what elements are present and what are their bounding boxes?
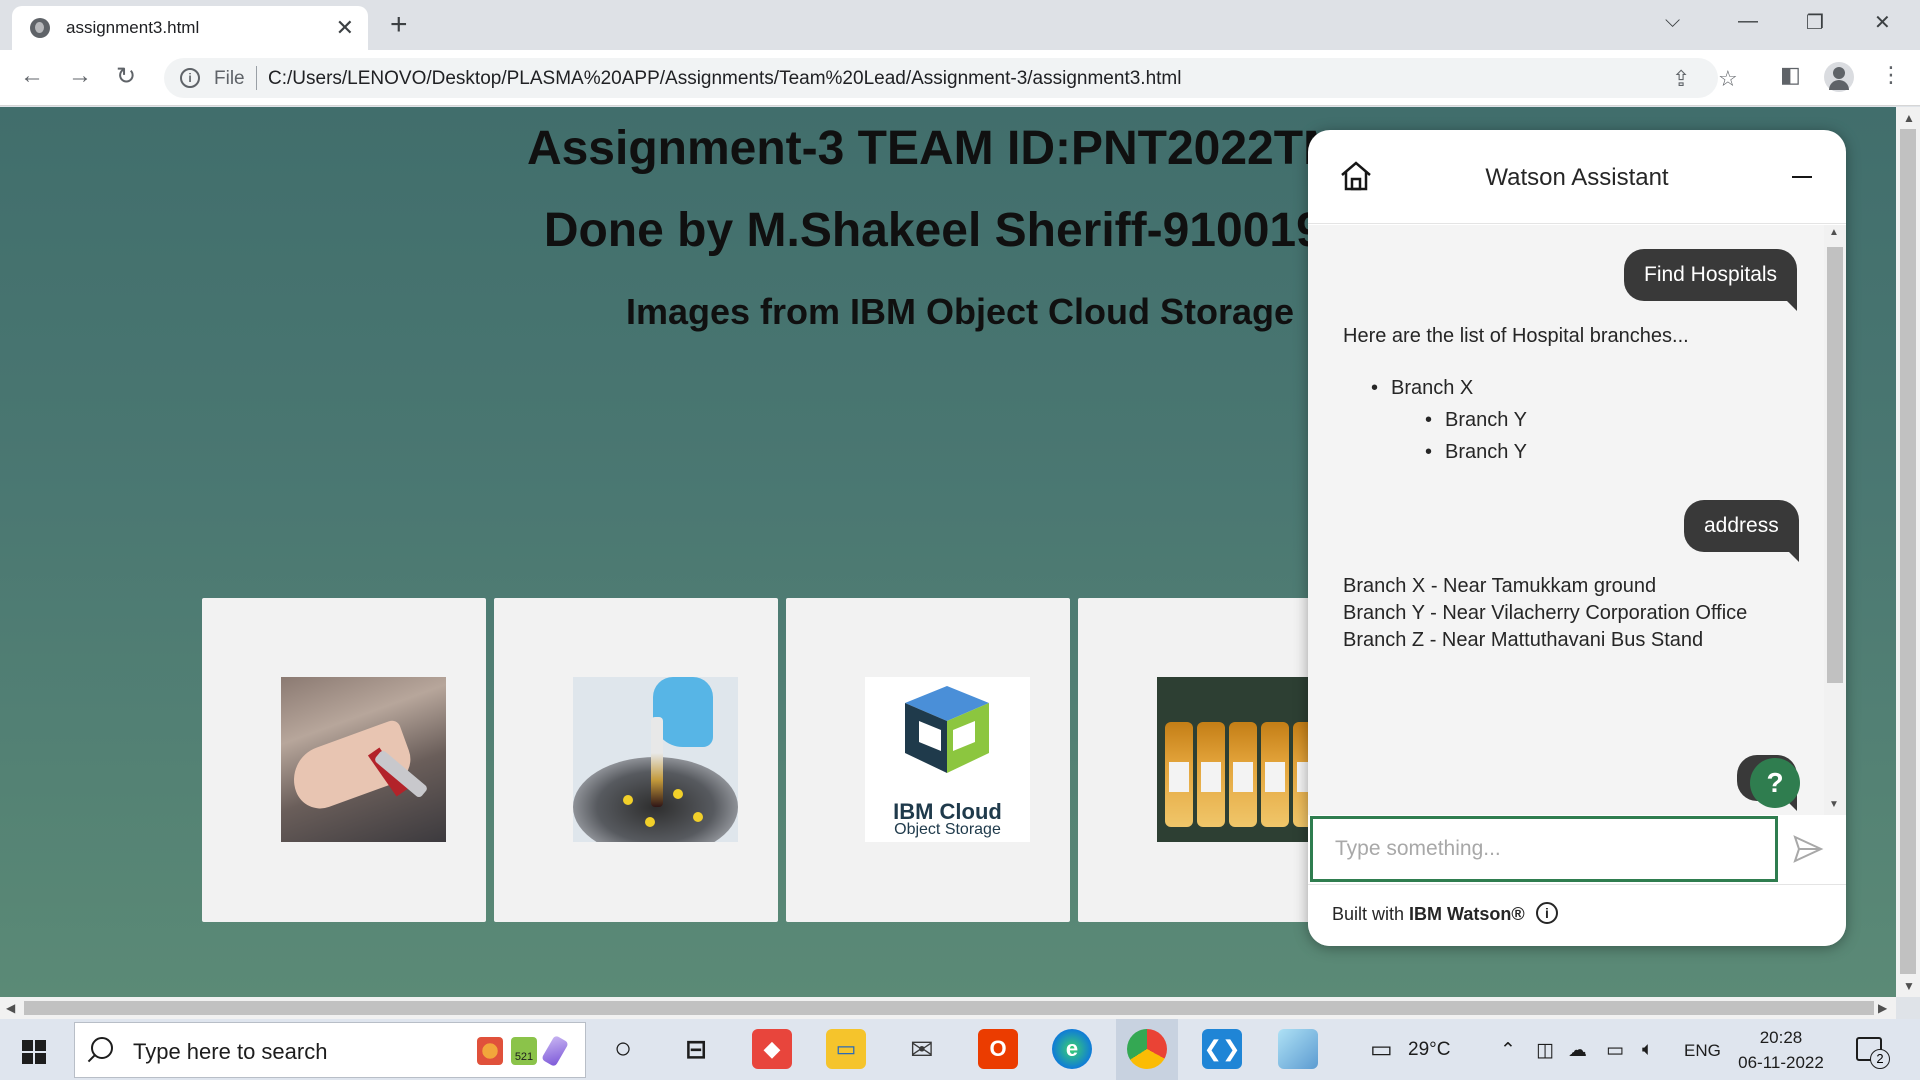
url-separator: [256, 66, 257, 90]
notepad-app-icon[interactable]: [1278, 1029, 1318, 1069]
battery-icon[interactable]: ▭: [1606, 1039, 1624, 1062]
assistant-scroll-down-icon[interactable]: ▼: [1829, 799, 1839, 810]
side-panel-icon[interactable]: ◧: [1780, 62, 1801, 88]
restore-window-button[interactable]: ❐: [1806, 10, 1824, 35]
assistant-scrollbar[interactable]: ▲ ▼: [1824, 225, 1846, 815]
user-message-bubble: address: [1684, 500, 1799, 562]
page-vertical-scrollbar[interactable]: ▲ ▼: [1896, 107, 1920, 997]
bot-address-line: Branch Z - Near Mattuthavani Bus Stand: [1343, 629, 1704, 651]
blood-donation-image: [281, 677, 446, 842]
notification-center-icon[interactable]: 2: [1856, 1037, 1890, 1069]
help-question-icon[interactable]: ?: [1750, 758, 1800, 808]
search-highlight-badge-icon[interactable]: 521: [511, 1037, 537, 1065]
plasma-bags-image: [1157, 677, 1322, 842]
chrome-browser-icon[interactable]: [1127, 1029, 1167, 1069]
assistant-header: Watson Assistant: [1308, 130, 1846, 224]
built-with-prefix: Built with: [1332, 904, 1410, 924]
new-tab-button[interactable]: +: [390, 8, 408, 42]
assistant-footer: Built with IBM Watson® i: [1308, 886, 1846, 946]
task-view-icon[interactable]: ⊟: [676, 1029, 716, 1069]
page-vertical-scroll-thumb[interactable]: [1900, 129, 1916, 974]
tab-title: assignment3.html: [66, 18, 200, 37]
search-icon: [91, 1037, 113, 1059]
centrifuge-image: [573, 677, 738, 842]
cortana-icon[interactable]: ○: [603, 1029, 643, 1069]
tab-strip: assignment3.html ✕ + ⌵ — ❐ ✕: [0, 0, 1920, 50]
url-scheme: File: [214, 68, 245, 89]
vscode-icon[interactable]: ❮❯: [1202, 1029, 1242, 1069]
browser-tab[interactable]: assignment3.html ✕: [12, 6, 368, 50]
bot-list-item: Branch X: [1371, 377, 1473, 400]
input-language[interactable]: ENG: [1684, 1041, 1721, 1061]
notification-count-badge: 2: [1870, 1049, 1890, 1069]
taskbar-search-box[interactable]: Type here to search 521: [74, 1022, 586, 1078]
assistant-message-input[interactable]: [1310, 816, 1778, 882]
send-icon[interactable]: [1792, 833, 1824, 865]
reload-icon[interactable]: ↻: [116, 62, 136, 91]
profile-avatar-icon[interactable]: [1824, 62, 1854, 92]
assistant-title: Watson Assistant: [1485, 164, 1669, 191]
office-icon[interactable]: O: [978, 1029, 1018, 1069]
clock-date: 06-11-2022: [1738, 1053, 1824, 1072]
user-message-bubble: Find Hospitals: [1624, 249, 1798, 311]
file-explorer-icon[interactable]: ▭: [826, 1029, 866, 1069]
weather-icon[interactable]: ▭: [1370, 1035, 1393, 1064]
info-icon[interactable]: i: [1536, 902, 1558, 924]
watson-assistant-panel: Watson Assistant Find Hospitals Here are…: [1308, 130, 1846, 946]
mail-icon[interactable]: ✉: [902, 1029, 942, 1069]
edge-browser-icon[interactable]: e: [1052, 1029, 1092, 1069]
page-horizontal-scrollbar[interactable]: ◀ ▶: [0, 997, 1896, 1019]
onedrive-cloud-icon[interactable]: ☁: [1568, 1039, 1587, 1062]
assistant-scroll-thumb[interactable]: [1827, 247, 1843, 683]
back-arrow-icon[interactable]: ←: [20, 62, 44, 90]
volume-icon[interactable]: 🔈︎: [1642, 1039, 1653, 1061]
assistant-input-row: [1308, 815, 1846, 885]
windows-taskbar: Type here to search 521 ○ ⊟ ◆ ▭ ✉ O e ❮❯…: [0, 1019, 1920, 1080]
bot-message-intro: Here are the list of Hospital branches..…: [1343, 325, 1689, 347]
forward-arrow-icon[interactable]: →: [68, 62, 92, 90]
site-info-icon[interactable]: i: [180, 68, 200, 88]
search-highlight-pen-icon[interactable]: [541, 1034, 569, 1068]
image-card-centrifuge: [494, 598, 778, 922]
bot-list-item: Branch Y: [1425, 441, 1527, 464]
tab-search-chevron-icon[interactable]: ⌵: [1665, 10, 1680, 33]
scroll-up-arrow-icon[interactable]: ▲: [1903, 111, 1915, 125]
ibm-watson-brand: IBM Watson®: [1409, 904, 1525, 924]
assistant-message-list: Find Hospitals Here are the list of Hosp…: [1308, 225, 1846, 815]
globe-icon: [30, 18, 50, 38]
scroll-left-arrow-icon[interactable]: ◀: [6, 1001, 15, 1015]
minimize-window-button[interactable]: —: [1738, 10, 1758, 33]
url-text[interactable]: C:/Users/LENOVO/Desktop/PLASMA%20APP/Ass…: [268, 68, 1181, 90]
scroll-down-arrow-icon[interactable]: ▼: [1903, 979, 1915, 993]
image-card-ibm-cloud: IBM Cloud Object Storage: [786, 598, 1070, 922]
search-highlight-medal-icon[interactable]: [477, 1037, 503, 1065]
bookmark-star-icon[interactable]: ☆: [1718, 66, 1738, 92]
browser-toolbar: ← → ↻ i File C:/Users/LENOVO/Desktop/PLA…: [0, 50, 1920, 106]
tray-chevron-up-icon[interactable]: ⌃: [1500, 1039, 1516, 1062]
close-window-button[interactable]: ✕: [1874, 10, 1891, 35]
windows-start-icon[interactable]: [22, 1040, 46, 1064]
image-card-blood-donation: [202, 598, 486, 922]
bot-list-item: Branch Y: [1425, 409, 1527, 432]
ibm-logo-subtitle: Object Storage: [894, 821, 1001, 838]
minimize-assistant-icon[interactable]: [1792, 176, 1812, 178]
tab-close-icon[interactable]: ✕: [336, 15, 354, 41]
bot-address-line: Branch X - Near Tamukkam ground: [1343, 575, 1657, 597]
share-icon[interactable]: ⇪: [1672, 66, 1690, 92]
scroll-right-arrow-icon[interactable]: ▶: [1878, 1001, 1887, 1015]
taskbar-search-placeholder: Type here to search: [133, 1039, 328, 1064]
anydesk-icon[interactable]: ◆: [752, 1029, 792, 1069]
menu-kebab-icon[interactable]: ⋮: [1880, 62, 1902, 88]
meet-now-icon[interactable]: ◫: [1536, 1039, 1554, 1062]
clock-time: 20:28: [1759, 1028, 1803, 1047]
assistant-scroll-up-icon[interactable]: ▲: [1829, 227, 1839, 238]
ibm-cloud-object-storage-logo: IBM Cloud Object Storage: [865, 677, 1030, 842]
weather-temperature[interactable]: 29°C: [1408, 1039, 1450, 1061]
page-horizontal-scroll-thumb[interactable]: [24, 1001, 1874, 1015]
bot-address-line: Branch Y - Near Vilacherry Corporation O…: [1343, 602, 1748, 624]
built-with-text: Built with IBM Watson®: [1332, 904, 1525, 925]
address-bar[interactable]: i File C:/Users/LENOVO/Desktop/PLASMA%20…: [164, 58, 1738, 98]
taskbar-clock[interactable]: 20:28 06-11-2022: [1726, 1025, 1836, 1075]
